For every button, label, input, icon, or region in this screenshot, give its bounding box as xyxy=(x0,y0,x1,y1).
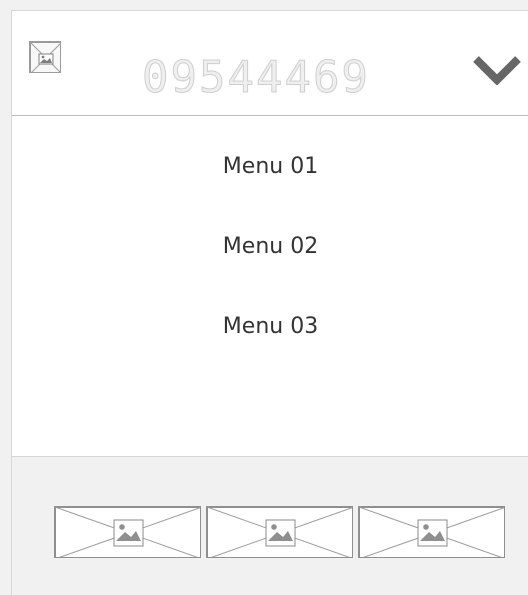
menu-item-03[interactable]: Menu 03 xyxy=(12,313,528,341)
image-placeholder-icon[interactable] xyxy=(29,41,61,73)
chevron-down-icon[interactable] xyxy=(472,51,522,86)
mobile-panel: 09544469 Menu 01 Menu 02 Menu 03 xyxy=(11,10,528,595)
thumbnail-1[interactable] xyxy=(54,506,201,558)
thumbnail-3[interactable] xyxy=(358,506,505,558)
page: 09544469 Menu 01 Menu 02 Menu 03 xyxy=(0,0,528,595)
footer xyxy=(12,457,528,595)
thumbnail-2[interactable] xyxy=(206,506,353,558)
menu-item-02[interactable]: Menu 02 xyxy=(12,233,528,261)
thumbnail-row xyxy=(54,506,505,558)
menu-list: Menu 01 Menu 02 Menu 03 xyxy=(12,116,528,457)
phone-number: 09544469 xyxy=(142,52,370,104)
header: 09544469 xyxy=(12,10,528,116)
menu-item-01[interactable]: Menu 01 xyxy=(12,153,528,181)
